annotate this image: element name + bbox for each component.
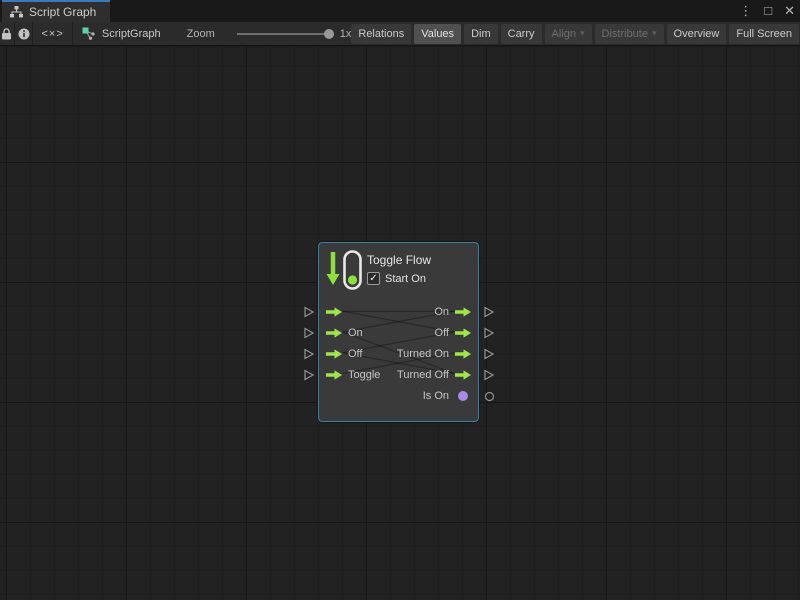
external-output-port[interactable] xyxy=(483,327,495,339)
window-menu-icon[interactable]: ⋮ xyxy=(739,0,752,22)
input-port-off[interactable]: Off xyxy=(326,348,362,360)
port-row: Toggle Turned Off xyxy=(319,364,478,385)
input-port-enter[interactable] xyxy=(326,307,348,317)
port-row: On Off xyxy=(319,322,478,343)
checkmark-icon: ✓ xyxy=(369,273,377,284)
toolbar-buttons: Relations Values Dim Carry Align ▾ Distr… xyxy=(351,24,800,44)
info-button[interactable] xyxy=(15,22,33,45)
output-port-turned-on[interactable]: Turned On xyxy=(397,348,471,360)
output-port-off[interactable]: Off xyxy=(435,327,471,339)
flow-arrow-icon xyxy=(326,370,342,380)
flow-arrow-icon xyxy=(326,328,342,338)
start-on-label: Start On xyxy=(385,273,426,285)
graph-canvas[interactable]: Toggle Flow ✓ Start On xyxy=(0,47,800,600)
output-port-is-on[interactable]: Is On xyxy=(423,390,471,402)
align-button[interactable]: Align ▾ xyxy=(545,24,592,44)
port-row: On xyxy=(319,301,478,322)
output-port-on[interactable]: On xyxy=(434,306,471,318)
zoom-value: 1x xyxy=(340,28,352,40)
distribute-button[interactable]: Distribute ▾ xyxy=(595,24,664,44)
zoom-slider[interactable] xyxy=(237,28,333,40)
external-value-port[interactable] xyxy=(484,391,495,402)
start-on-setting: ✓ Start On xyxy=(367,272,431,285)
port-rows: On On Off xyxy=(319,301,478,406)
relations-button[interactable]: Relations xyxy=(351,24,411,44)
graph-toolbar: <×> ScriptGraph Zoom 1x Relations Values… xyxy=(0,22,800,46)
input-port-toggle[interactable]: Toggle xyxy=(326,369,380,381)
script-graph-window: Script Graph ⋮ □ ✕ <×> xyxy=(0,0,800,600)
script-graph-asset-icon xyxy=(82,27,96,40)
script-graph-hierarchy-icon xyxy=(10,6,23,18)
chevron-down-icon: ▾ xyxy=(652,28,657,39)
port-row: Off Turned On xyxy=(319,343,478,364)
graph-breadcrumb[interactable]: ScriptGraph xyxy=(73,27,161,40)
toggle-flow-icon xyxy=(326,249,362,291)
external-output-port[interactable] xyxy=(483,306,495,318)
value-port-icon xyxy=(458,391,468,401)
maximize-icon[interactable]: □ xyxy=(764,0,772,22)
start-on-checkbox[interactable]: ✓ xyxy=(367,272,380,285)
fullscreen-button[interactable]: Full Screen xyxy=(729,24,799,44)
flow-arrow-icon xyxy=(455,349,471,359)
zoom-control: Zoom 1x xyxy=(187,28,352,40)
node-title: Toggle Flow xyxy=(367,253,431,267)
code-view-button[interactable]: <×> xyxy=(33,22,73,45)
chevron-down-icon: ▾ xyxy=(580,28,585,39)
lock-icon xyxy=(1,28,12,40)
toggle-flow-node[interactable]: Toggle Flow ✓ Start On xyxy=(318,242,479,422)
overview-button[interactable]: Overview xyxy=(667,24,727,44)
flow-arrow-icon xyxy=(455,307,471,317)
external-output-port[interactable] xyxy=(483,369,495,381)
flow-arrow-icon xyxy=(455,328,471,338)
graph-name-label: ScriptGraph xyxy=(102,28,161,40)
carry-button[interactable]: Carry xyxy=(501,24,542,44)
port-row: Is On xyxy=(319,385,478,406)
external-input-port[interactable] xyxy=(303,306,315,318)
output-port-turned-off[interactable]: Turned Off xyxy=(397,369,471,381)
zoom-label: Zoom xyxy=(187,28,215,40)
tab-label: Script Graph xyxy=(29,5,96,19)
zoom-slider-handle[interactable] xyxy=(324,29,334,39)
lock-button[interactable] xyxy=(0,22,15,45)
flow-arrow-icon xyxy=(326,349,342,359)
dim-button[interactable]: Dim xyxy=(464,24,498,44)
external-input-port[interactable] xyxy=(303,327,315,339)
node-title-block: Toggle Flow ✓ Start On xyxy=(367,249,431,291)
external-input-port[interactable] xyxy=(303,369,315,381)
close-icon[interactable]: ✕ xyxy=(784,0,795,22)
flow-arrow-icon xyxy=(455,370,471,380)
tab-strip: Script Graph ⋮ □ ✕ xyxy=(0,0,800,22)
tab-script-graph[interactable]: Script Graph xyxy=(2,0,110,22)
flow-arrow-icon xyxy=(326,307,342,317)
zoom-slider-track[interactable] xyxy=(237,33,333,35)
values-button[interactable]: Values xyxy=(414,24,461,44)
code-icon: <×> xyxy=(41,28,63,40)
window-controls: ⋮ □ ✕ xyxy=(739,0,795,22)
input-port-on[interactable]: On xyxy=(326,327,363,339)
external-output-port[interactable] xyxy=(483,348,495,360)
external-input-port[interactable] xyxy=(303,348,315,360)
node-header: Toggle Flow ✓ Start On xyxy=(326,249,431,291)
info-icon xyxy=(18,28,30,40)
